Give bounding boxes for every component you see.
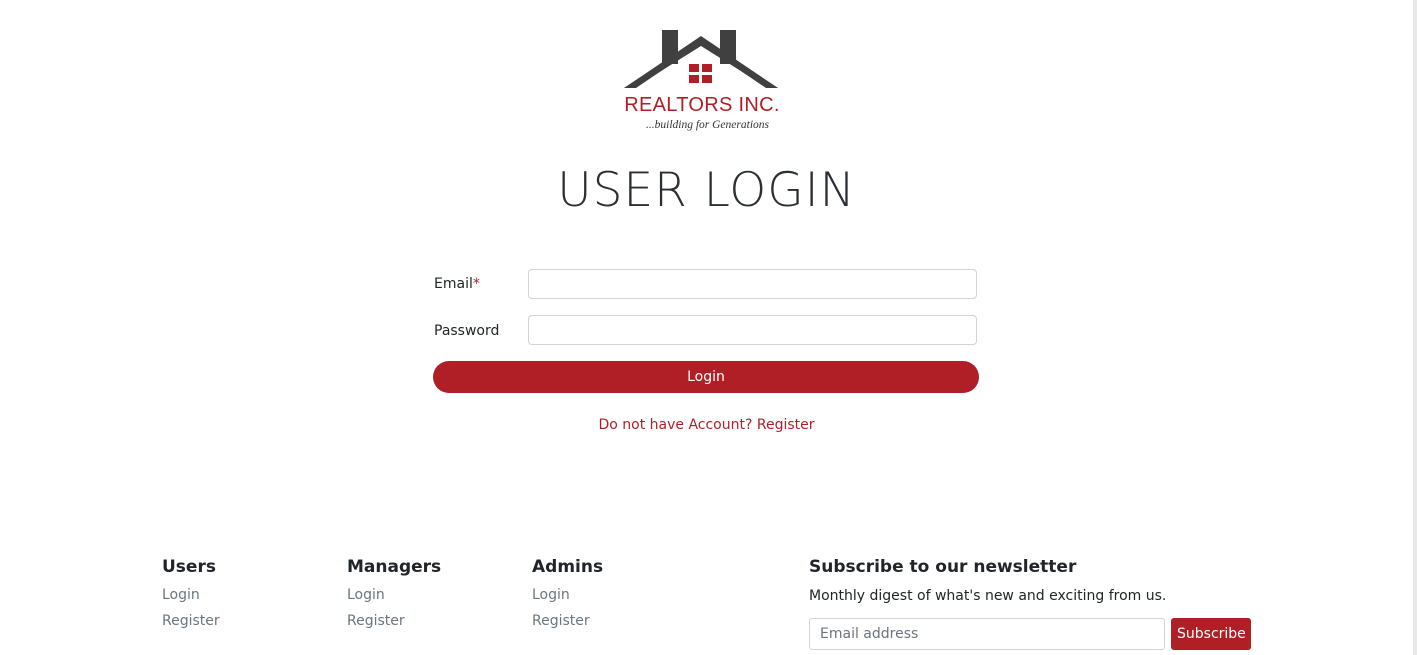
subscribe-button[interactable]: Subscribe xyxy=(1171,618,1251,650)
footer-heading-managers: Managers xyxy=(347,557,442,577)
managers-login-link[interactable]: Login xyxy=(347,587,441,613)
footer-managers-column: Managers Login Register xyxy=(347,557,441,639)
managers-register-link[interactable]: Register xyxy=(347,613,441,639)
footer-users-column: Users Login Register xyxy=(162,557,220,639)
password-label: Password xyxy=(434,323,500,339)
users-login-link[interactable]: Login xyxy=(162,587,220,613)
users-register-link[interactable]: Register xyxy=(162,613,220,639)
newsletter-section: Subscribe to our newsletter Monthly dige… xyxy=(809,557,1259,650)
email-label: Email* xyxy=(434,276,480,292)
logo-tagline: ...building for Generations xyxy=(646,119,769,131)
admins-register-link[interactable]: Register xyxy=(532,613,603,639)
login-button[interactable]: Login xyxy=(433,361,979,393)
email-label-text: Email xyxy=(434,276,473,292)
house-logo-icon xyxy=(624,30,778,88)
newsletter-heading: Subscribe to our newsletter xyxy=(809,557,1077,577)
footer-heading-admins: Admins xyxy=(532,557,604,577)
footer-admins-column: Admins Login Register xyxy=(532,557,603,639)
register-link[interactable]: Do not have Account? Register xyxy=(0,417,1413,433)
page-title: USER LOGIN xyxy=(557,163,856,218)
logo-name: REALTORS INC. xyxy=(624,94,780,116)
scrollbar[interactable] xyxy=(1413,0,1417,655)
footer-heading-users: Users xyxy=(162,557,216,577)
newsletter-description: Monthly digest of what's new and excitin… xyxy=(809,588,1167,604)
brand-logo[interactable]: REALTORS INC. ...building for Generation… xyxy=(618,28,784,138)
required-mark: * xyxy=(472,276,480,292)
admins-login-link[interactable]: Login xyxy=(532,587,603,613)
password-input[interactable] xyxy=(528,315,977,345)
page: REALTORS INC. ...building for Generation… xyxy=(0,0,1417,655)
email-input[interactable] xyxy=(528,269,977,299)
newsletter-email-input[interactable] xyxy=(809,618,1165,650)
